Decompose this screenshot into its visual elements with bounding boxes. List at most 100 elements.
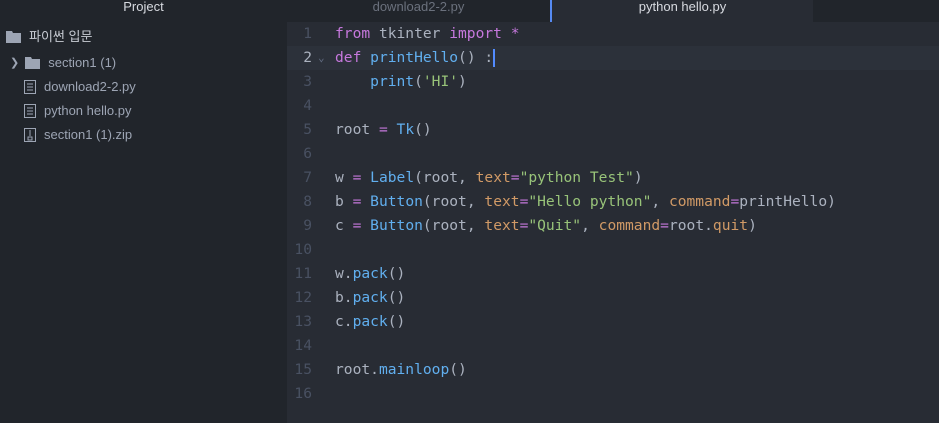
line-number: 4 [303,97,312,114]
code-token: pack [352,289,388,306]
line-number: 3 [303,73,312,90]
tab-bar: Project download2-2.py python hello.py [0,0,939,22]
code-token: * [510,25,520,42]
file-text-icon [24,80,36,94]
tree-root[interactable]: 파이썬 입문 [6,25,92,49]
code-token: printHello) [739,193,836,210]
code-text: w.pack() [335,262,405,286]
tree-item-download2-2[interactable]: download2-2.py [24,75,136,99]
line-number: 6 [303,145,312,162]
code-token: () [387,265,406,282]
line-number: 9 [303,217,312,234]
code-text: def printHello() : [335,46,496,70]
code-line[interactable]: 4 [287,94,939,118]
line-number: 5 [303,121,312,138]
code-text: root = Tk() [335,118,432,142]
code-token: mainloop [378,361,450,378]
tree-item-label: section1 (1).zip [44,127,133,142]
code-token: command [598,217,661,234]
tree-item-label: section1 (1) [48,55,117,70]
line-number: 7 [303,169,312,186]
code-token: pack [352,313,388,330]
code-token: = [730,193,740,210]
tab-download2-2[interactable]: download2-2.py [287,0,550,22]
code-token: tkinter [370,25,450,42]
tree-item-label: download2-2.py [44,79,136,94]
code-token: b [335,193,353,210]
code-token: w [335,169,353,186]
folder-icon [25,57,41,69]
code-token: = [660,217,669,234]
code-line[interactable]: 6 [287,142,939,166]
code-text: root.mainloop() [335,358,467,382]
code-line[interactable]: 8b = Button(root, text="Hello python", c… [287,190,939,214]
tab-python-hello[interactable]: python hello.py [550,0,813,22]
code-line[interactable]: 12 b.pack() [287,286,939,310]
code-token: quit [712,217,749,234]
code-line[interactable]: 15 root.mainloop() [287,358,939,382]
code-text: c = Button(root, text="Quit", command=ro… [335,214,757,238]
code-token: import [449,25,502,42]
line-number: 1 [303,25,312,42]
code-token: from [335,25,371,42]
tree-item-label: python hello.py [44,103,132,118]
project-tree: 파이썬 입문 ❯ section1 (1) download2-2.py pyt… [0,22,287,423]
code-token: "python Test" [519,169,634,186]
code-token: print [370,73,415,90]
code-line[interactable]: 11 w.pack() [287,262,939,286]
code-token: "Quit" [528,217,582,234]
code-line[interactable]: 5 root = Tk() [287,118,939,142]
code-token: , [651,193,669,210]
code-editor[interactable]: 1 from tkinter import * 2 ⌄ def printHello()… [287,22,939,423]
code-token: pack [352,265,388,282]
code-text: c.pack() [335,310,405,334]
code-token: printHello [370,49,459,66]
tree-root-label: 파이썬 입문 [29,29,93,44]
file-zip-icon [24,128,36,142]
code-line[interactable]: 2 ⌄ def printHello() : [287,46,939,70]
tree-item-section1-zip[interactable]: section1 (1).zip [24,123,132,147]
code-token: ) [458,73,467,90]
code-token: () [414,121,432,138]
code-token: ) [633,169,643,186]
code-token: c [335,217,353,234]
code-line[interactable]: 9c = Button(root, text="Quit", command=r… [287,214,939,238]
code-line[interactable]: 3 print('HI') [287,70,939,94]
code-text: print('HI') [335,70,467,94]
code-token: Label [370,169,415,186]
line-number: 16 [294,385,312,402]
code-token: Tk [396,121,415,138]
code-token: "Hello python" [528,193,652,210]
line-number: 13 [294,313,312,330]
code-token: w. [335,265,353,282]
fold-chevron-icon[interactable]: ⌄ [318,46,325,70]
tree-item-section1-folder[interactable]: ❯ section1 (1) [10,51,116,75]
code-token: , [581,217,599,234]
code-token: 'HI' [422,73,459,90]
code-token: () [387,313,406,330]
code-token: () [387,289,406,306]
tree-item-python-hello[interactable]: python hello.py [24,99,131,123]
line-number: 2 [303,49,312,66]
code-line[interactable]: 10 [287,238,939,262]
tab-project[interactable]: Project [0,0,287,22]
code-token: = [510,169,520,186]
code-token: b. [335,289,353,306]
folder-icon [6,31,21,43]
code-line[interactable]: 1 from tkinter import * [287,22,939,46]
code-line[interactable]: 16 [287,382,939,406]
code-line[interactable]: 13 c.pack() [287,310,939,334]
line-number: 8 [303,193,312,210]
code-token: root. [668,217,713,234]
code-line[interactable]: 14 [287,334,939,358]
code-text: from tkinter import * [335,22,520,46]
code-token: c. [335,313,353,330]
code-line[interactable]: 7 w = Label(root, text="python Test") [287,166,939,190]
line-number: 14 [294,337,312,354]
text-cursor [493,49,496,67]
code-token: (root, [422,217,485,234]
